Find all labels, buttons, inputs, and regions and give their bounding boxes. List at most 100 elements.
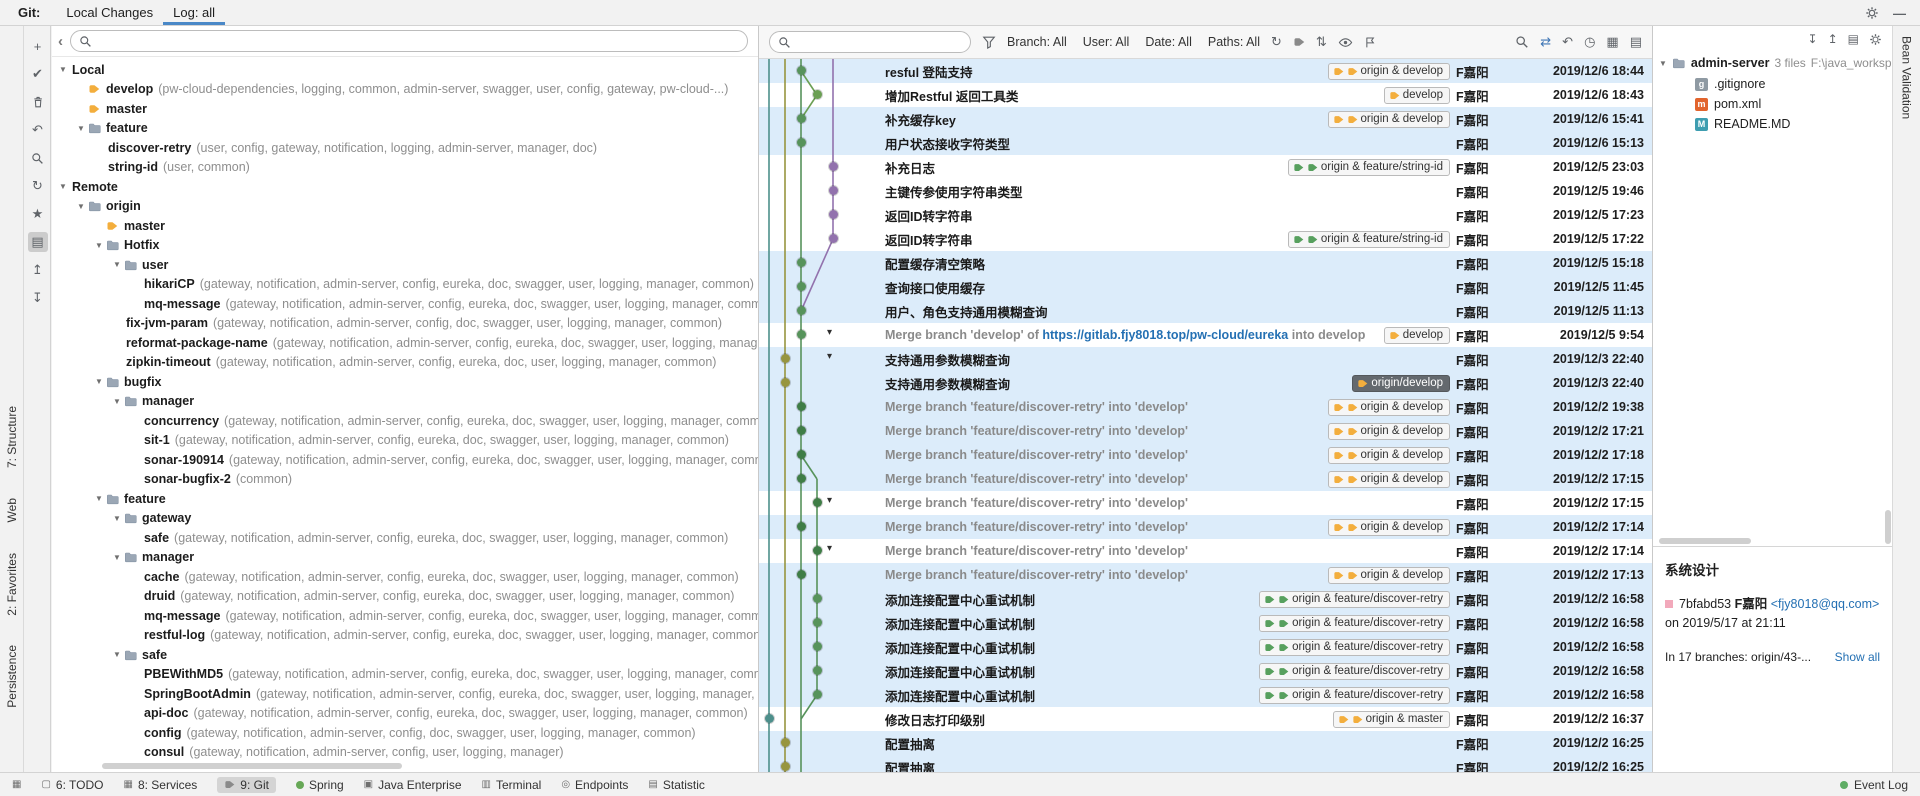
statusbar-item-terminal[interactable]: ▥Terminal bbox=[482, 778, 542, 792]
expand-arrow-icon[interactable]: ▼ bbox=[56, 182, 70, 191]
changed-file-row[interactable]: mpom.xml bbox=[1653, 94, 1892, 114]
branch-tree-item[interactable]: ▼Remote bbox=[52, 177, 758, 197]
branch-tree-item[interactable]: ▼Local bbox=[52, 60, 758, 80]
branch-tree-item[interactable]: master bbox=[52, 216, 758, 236]
tool-stripe-label[interactable]: 2: Favorites bbox=[5, 553, 19, 616]
branch-tree-item[interactable]: reformat-package-name(gateway, notificat… bbox=[52, 333, 758, 353]
branch-label[interactable]: origin & feature/discover-retry bbox=[1259, 639, 1450, 656]
commit-row[interactable]: ▾Merge branch 'feature/discover-retry' i… bbox=[759, 491, 1652, 515]
commit-row[interactable]: 主键传参使用字符串类型F嘉阳2019/12/5 19:46 bbox=[759, 179, 1652, 203]
branch-tree-item[interactable]: api-doc(gateway, notification, admin-ser… bbox=[52, 704, 758, 724]
expand-arrow-icon[interactable] bbox=[110, 358, 124, 367]
commit-message-link[interactable]: https://gitlab.fjy8018.top/pw-cloud/eure… bbox=[1042, 328, 1288, 342]
commit-row[interactable]: Merge branch 'feature/discover-retry' in… bbox=[759, 563, 1652, 587]
commit-row[interactable]: Merge branch 'feature/discover-retry' in… bbox=[759, 395, 1652, 419]
commit-row[interactable]: 添加连接配置中心重试机制origin & feature/discover-re… bbox=[759, 611, 1652, 635]
expand-arrow-icon[interactable] bbox=[128, 416, 142, 425]
collapse-all-icon[interactable]: ↥ bbox=[28, 260, 48, 280]
commit-row[interactable]: 返回ID转字符串F嘉阳2019/12/5 17:23 bbox=[759, 203, 1652, 227]
branch-label[interactable]: origin & develop bbox=[1328, 471, 1450, 488]
expand-arrow-icon[interactable]: ▼ bbox=[110, 514, 124, 523]
flag-icon[interactable] bbox=[1364, 36, 1377, 49]
commit-icon[interactable]: ✔ bbox=[28, 64, 48, 84]
branch-tree-item[interactable]: fix-jvm-param(gateway, notification, adm… bbox=[52, 314, 758, 334]
branch-label[interactable]: origin & develop bbox=[1328, 423, 1450, 440]
details-hscrollbar[interactable] bbox=[1659, 538, 1751, 544]
expand-arrow-icon[interactable]: ▼ bbox=[74, 124, 88, 133]
branch-label[interactable]: origin & feature/discover-retry bbox=[1259, 663, 1450, 680]
expand-arrow-icon[interactable] bbox=[92, 221, 106, 230]
commit-row[interactable]: 用户、角色支持通用模糊查询F嘉阳2019/12/5 11:13 bbox=[759, 299, 1652, 323]
statusbar-item-endpoints[interactable]: ◎Endpoints bbox=[561, 778, 628, 792]
expand-arrow-icon[interactable]: ▼ bbox=[74, 202, 88, 211]
expand-arrow-icon[interactable] bbox=[128, 631, 142, 640]
statusbar-item-statistic[interactable]: ▤Statistic bbox=[648, 778, 704, 792]
branch-label[interactable]: origin & develop bbox=[1328, 63, 1450, 80]
expand-all-icon[interactable]: ↧ bbox=[1808, 32, 1818, 46]
branch-tree-item[interactable]: ▼origin bbox=[52, 197, 758, 217]
branch-label[interactable]: origin & feature/string-id bbox=[1288, 159, 1450, 176]
rollback-icon[interactable]: ↶ bbox=[28, 120, 48, 140]
branch-tree-item[interactable]: mq-message(gateway, notification, admin-… bbox=[52, 294, 758, 314]
branch-label[interactable]: origin/develop bbox=[1352, 375, 1450, 392]
expand-arrow-icon[interactable]: ▼ bbox=[1659, 59, 1667, 68]
commit-row[interactable]: 添加连接配置中心重试机制origin & feature/discover-re… bbox=[759, 683, 1652, 707]
commit-row[interactable]: resful 登陆支持origin & developF嘉阳2019/12/6 … bbox=[759, 59, 1652, 83]
expand-arrow-icon[interactable] bbox=[92, 163, 106, 172]
expand-arrow-icon[interactable]: ▼ bbox=[92, 494, 106, 503]
expand-arrow-icon[interactable] bbox=[128, 670, 142, 679]
sort-icon[interactable]: ⇅ bbox=[1316, 34, 1327, 50]
branch-tree-item[interactable]: sonar-bugfix-2(common) bbox=[52, 470, 758, 490]
changed-file-row[interactable]: MREADME.MD bbox=[1653, 114, 1892, 134]
expand-arrow-icon[interactable] bbox=[128, 280, 142, 289]
hide-toolwindow-icon[interactable]: — bbox=[1893, 6, 1906, 21]
branch-label[interactable]: origin & feature/discover-retry bbox=[1259, 687, 1450, 704]
event-log-button[interactable]: Event Log bbox=[1840, 778, 1908, 792]
commit-row[interactable]: 补充日志origin & feature/string-idF嘉阳2019/12… bbox=[759, 155, 1652, 179]
commit-row[interactable]: 查询接口使用缓存F嘉阳2019/12/5 11:45 bbox=[759, 275, 1652, 299]
expand-arrow-icon[interactable] bbox=[128, 611, 142, 620]
branch-tree-item[interactable]: ▼manager bbox=[52, 548, 758, 568]
branch-label[interactable]: origin & master bbox=[1333, 711, 1450, 728]
expand-arrow-icon[interactable] bbox=[128, 475, 142, 484]
branch-tree-item[interactable]: config(gateway, notification, admin-serv… bbox=[52, 723, 758, 743]
commit-row[interactable]: 增加Restful 返回工具类developF嘉阳2019/12/6 18:43 bbox=[759, 83, 1652, 107]
expand-arrow-icon[interactable] bbox=[128, 748, 142, 757]
statusbar-item-spring[interactable]: Spring bbox=[296, 778, 344, 792]
branch-tree-item[interactable]: master bbox=[52, 99, 758, 119]
branch-tree-item[interactable]: PBEWithMD5(gateway, notification, admin-… bbox=[52, 665, 758, 685]
tool-stripe-label[interactable]: Web bbox=[5, 498, 19, 522]
branch-tree-item[interactable]: develop(pw-cloud-dependencies, logging, … bbox=[52, 80, 758, 100]
tool-stripe-label[interactable]: 7: Structure bbox=[5, 406, 19, 468]
undo-icon[interactable]: ↶ bbox=[1562, 34, 1573, 50]
branch-label[interactable]: origin & develop bbox=[1328, 447, 1450, 464]
expand-arrow-icon[interactable]: ▼ bbox=[56, 65, 70, 74]
toolwindow-switcher-icon[interactable]: ▦ bbox=[12, 779, 21, 790]
branch-tree-item[interactable]: druid(gateway, notification, admin-serve… bbox=[52, 587, 758, 607]
branch-label[interactable]: origin & develop bbox=[1328, 519, 1450, 536]
collapse-all-icon[interactable]: ↥ bbox=[1828, 32, 1838, 46]
tab-log-all[interactable]: Log: all bbox=[163, 0, 225, 25]
expand-arrow-icon[interactable] bbox=[74, 104, 88, 113]
commit-row[interactable]: 返回ID转字符串origin & feature/string-idF嘉阳201… bbox=[759, 227, 1652, 251]
commit-row[interactable]: 添加连接配置中心重试机制origin & feature/discover-re… bbox=[759, 659, 1652, 683]
delete-icon[interactable] bbox=[28, 92, 48, 112]
log-search-input[interactable] bbox=[797, 32, 962, 52]
branch-tree-item[interactable]: ▼safe bbox=[52, 645, 758, 665]
commit-row[interactable]: 配置缓存清空策略F嘉阳2019/12/5 15:18 bbox=[759, 251, 1652, 275]
commit-row[interactable]: 补充缓存keyorigin & developF嘉阳2019/12/6 15:4… bbox=[759, 107, 1652, 131]
go-to-hash-icon[interactable]: ⇄ bbox=[1540, 34, 1551, 50]
expand-arrow-icon[interactable] bbox=[128, 709, 142, 718]
branch-tree-item[interactable]: ▼manager bbox=[52, 392, 758, 412]
branch-label[interactable]: origin & develop bbox=[1328, 111, 1450, 128]
commit-row[interactable]: 修改日志打印级别origin & masterF嘉阳2019/12/2 16:3… bbox=[759, 707, 1652, 731]
expand-arrow-icon[interactable] bbox=[110, 319, 124, 328]
branch-label[interactable]: origin & feature/discover-retry bbox=[1259, 615, 1450, 632]
branch-tree-item[interactable]: string-id(user, common) bbox=[52, 158, 758, 178]
statusbar-item-9-git[interactable]: 9: Git bbox=[217, 777, 276, 793]
list-view-icon[interactable]: ▤ bbox=[1630, 34, 1642, 50]
commit-row[interactable]: 添加连接配置中心重试机制origin & feature/discover-re… bbox=[759, 635, 1652, 659]
branches-hscrollbar[interactable] bbox=[102, 763, 402, 769]
commit-row[interactable]: 配置抽离F嘉阳2019/12/2 16:25 bbox=[759, 755, 1652, 772]
commit-row[interactable]: Merge branch 'feature/discover-retry' in… bbox=[759, 515, 1652, 539]
